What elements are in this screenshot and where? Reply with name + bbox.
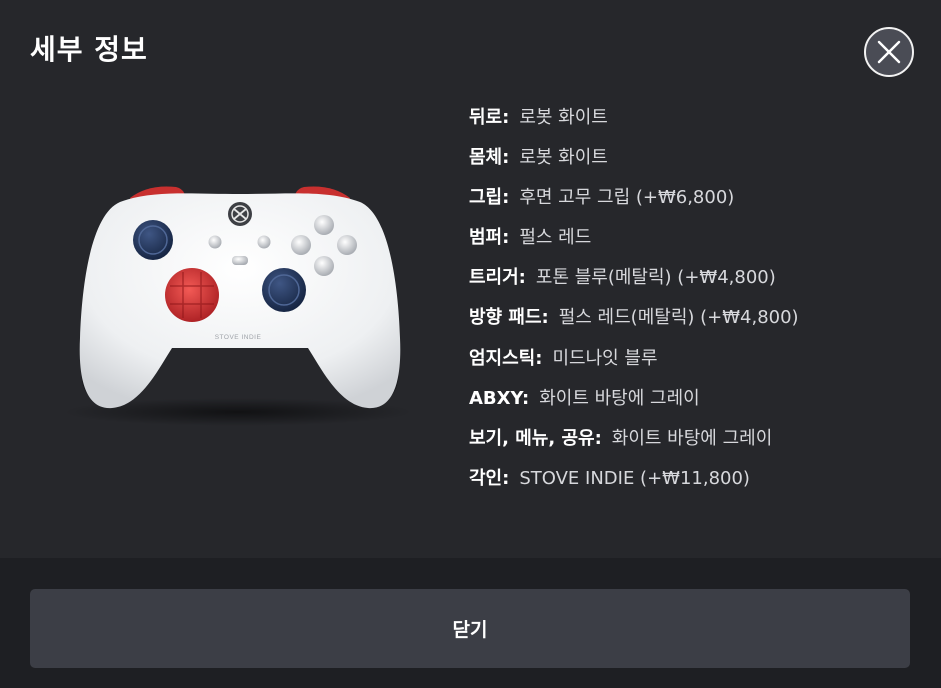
detail-value: 로봇 화이트	[519, 107, 608, 128]
detail-value: 로봇 화이트	[519, 147, 608, 169]
detail-label: ABXY:	[469, 387, 530, 409]
details-list: 뒤로: 로봇 화이트 몸체: 로봇 화이트 그립: 후면 고무 그립 (+₩6,800…	[469, 104, 799, 505]
controller-image: STOVE INDIE	[60, 170, 420, 430]
detail-row-thumbstick: 엄지스틱: 미드나잇 블루	[469, 345, 799, 385]
close-dialog-button[interactable]: 닫기	[30, 589, 910, 668]
detail-label: 범퍼:	[469, 227, 510, 249]
details-dialog: 세부 정보 STOVE INDIE 뒤로: 로봇 화이트 몸체: 로봇 화이트 …	[0, 0, 941, 688]
detail-label: 방향 패드:	[469, 307, 549, 329]
detail-row-view-menu-share: 보기, 메뉴, 공유: 화이트 바탕에 그레이	[469, 425, 799, 465]
detail-row-back: 뒤로: 로봇 화이트	[469, 104, 799, 144]
detail-row-trigger: 트리거: 포톤 블루(메탈릭) (+₩4,800)	[469, 264, 799, 304]
view-button	[208, 235, 222, 249]
share-button	[232, 256, 248, 265]
detail-label: 각인:	[469, 467, 510, 489]
detail-label: 그립:	[469, 187, 510, 209]
close-button[interactable]	[864, 27, 914, 77]
detail-row-dpad: 방향 패드: 펄스 레드(메탈릭) (+₩4,800)	[469, 304, 799, 344]
detail-label: 엄지스틱:	[469, 347, 543, 369]
detail-value: 화이트 바탕에 그레이	[611, 427, 773, 449]
detail-label: 몸체:	[469, 147, 510, 169]
detail-value: STOVE INDIE (+₩11,800)	[519, 467, 750, 489]
detail-value: 펄스 레드	[519, 227, 592, 249]
dpad	[165, 268, 219, 322]
detail-label: 트리거:	[469, 267, 526, 289]
detail-value: 후면 고무 그립 (+₩6,800)	[519, 187, 735, 209]
y-button	[314, 215, 334, 235]
detail-value: 미드나잇 블루	[552, 347, 658, 369]
dialog-title: 세부 정보	[30, 33, 148, 66]
menu-button	[257, 235, 271, 249]
detail-row-abxy: ABXY: 화이트 바탕에 그레이	[469, 385, 799, 425]
engraving-text: STOVE INDIE	[215, 334, 262, 341]
detail-row-engraving: 각인: STOVE INDIE (+₩11,800)	[469, 465, 799, 505]
x-button	[291, 235, 311, 255]
detail-label: 보기, 메뉴, 공유:	[469, 427, 602, 449]
detail-row-bumper: 범퍼: 펄스 레드	[469, 224, 799, 264]
detail-value: 포톤 블루(메탈릭) (+₩4,800)	[535, 267, 776, 289]
detail-value: 화이트 바탕에 그레이	[539, 387, 700, 409]
b-button	[337, 235, 357, 255]
close-icon	[877, 40, 901, 64]
a-button	[314, 256, 334, 276]
detail-row-body: 몸체: 로봇 화이트	[469, 144, 799, 184]
dialog-footer: 닫기	[0, 558, 941, 688]
detail-label: 뒤로:	[469, 107, 510, 128]
detail-value: 펄스 레드(메탈릭) (+₩4,800)	[558, 307, 799, 329]
detail-row-grip: 그립: 후면 고무 그립 (+₩6,800)	[469, 184, 799, 224]
